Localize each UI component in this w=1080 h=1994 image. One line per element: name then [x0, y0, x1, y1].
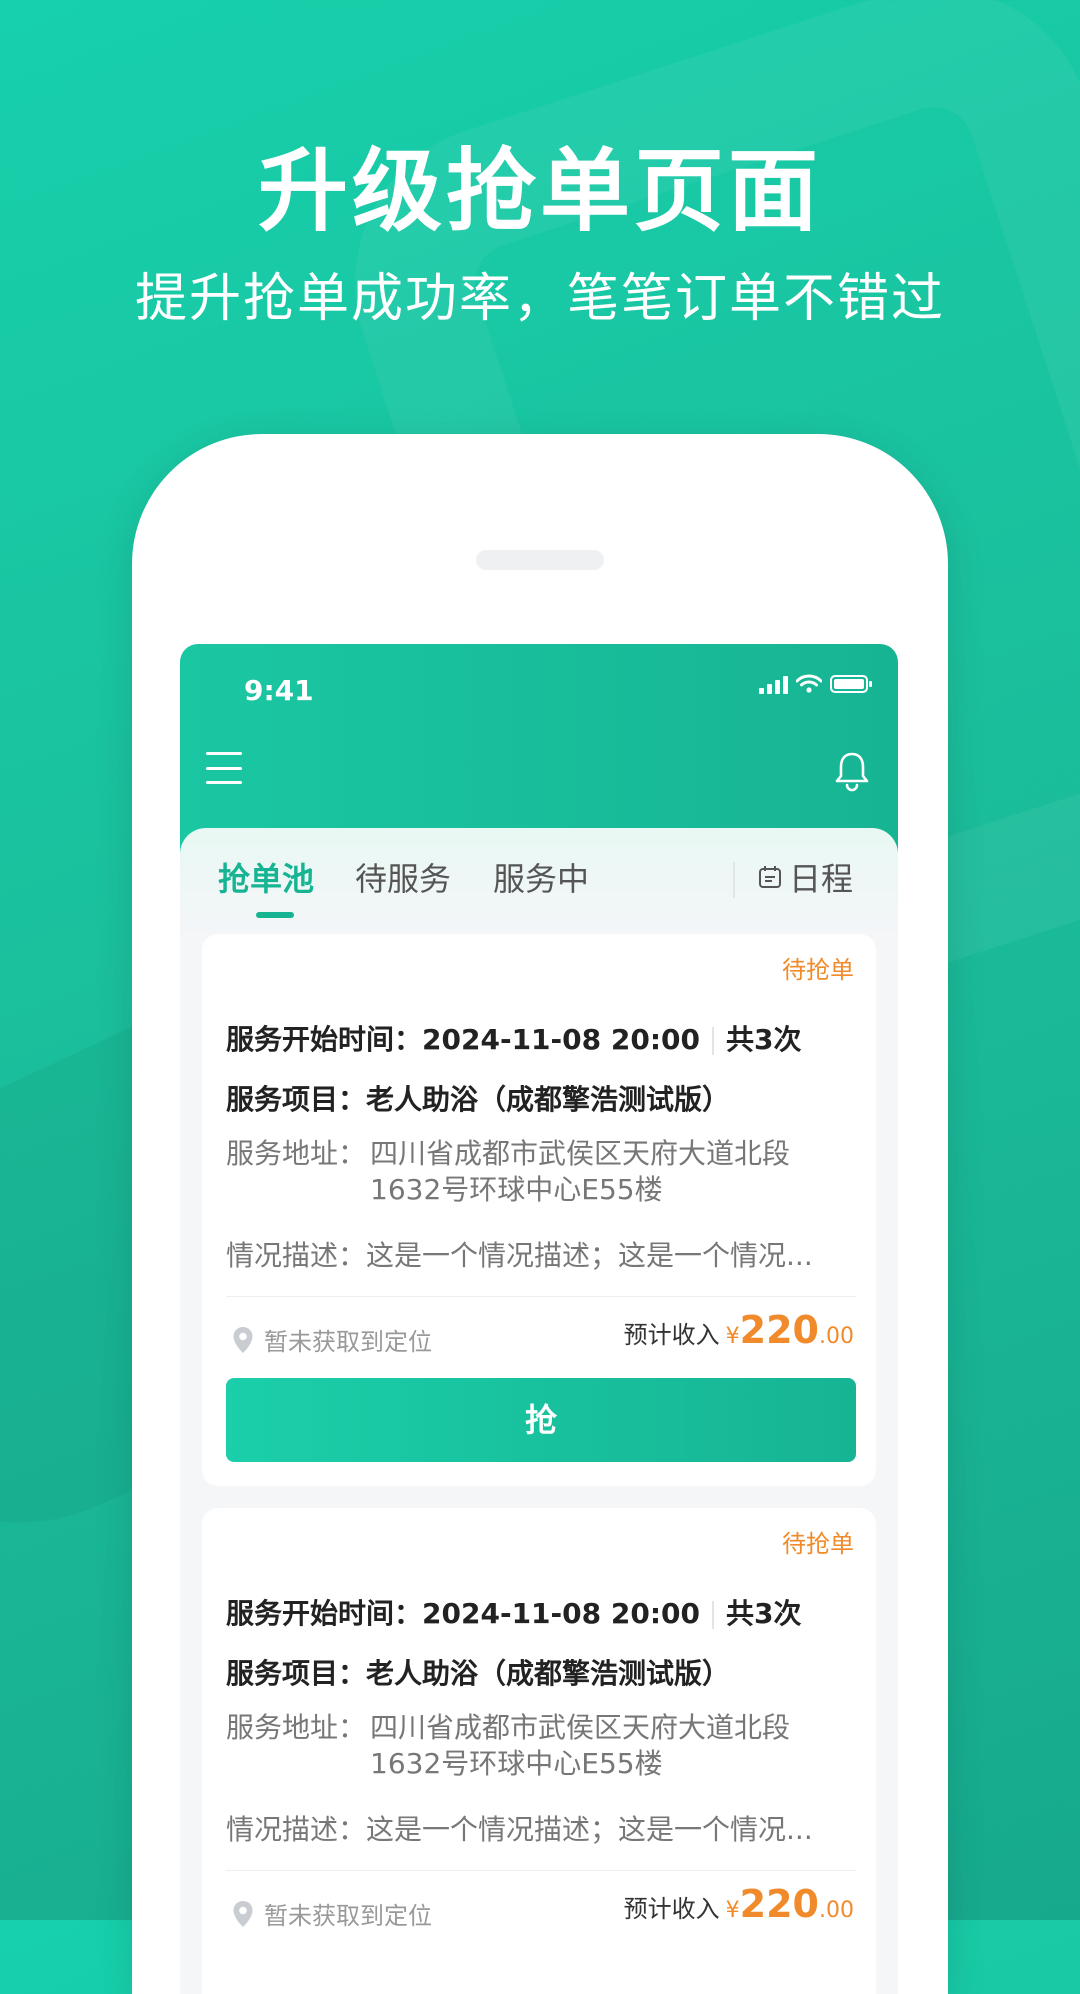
order-status: 待抢单: [782, 956, 854, 984]
location-text: 暂未获取到定位: [264, 1902, 432, 1930]
income-currency: ¥: [725, 1324, 740, 1349]
income-currency: ¥: [725, 1898, 740, 1923]
order-card[interactable]: 待抢单 服务开始时间：2024-11-08 20:00 共3次 服务项目：老人助浴…: [202, 1508, 876, 1994]
address-row: 服务地址： 四川省成都市武侯区天府大道北段1632号环球中心E55楼: [226, 1710, 856, 1782]
tab-divider: [733, 862, 735, 898]
phone-mockup: 9:41 抢单池 待服务 服务中 日程 待抢单 服务开始时间：2024-11-0…: [132, 434, 948, 1994]
app-header: 9:41: [180, 644, 898, 854]
income-integer: 220: [739, 1882, 819, 1926]
status-icons: [759, 674, 872, 694]
location-pin-icon: [233, 1326, 253, 1353]
start-time-label: 服务开始时间：: [226, 1597, 423, 1630]
income-decimal: .00: [819, 1324, 854, 1349]
headline: 升级抢单页面: [258, 139, 822, 244]
project-label: 服务项目：: [226, 1083, 367, 1116]
address-row: 服务地址： 四川省成都市武侯区天府大道北段1632号环球中心E55楼: [226, 1136, 856, 1208]
estimated-income: 预计收入 ¥220.00: [624, 1308, 854, 1352]
address-label: 服务地址：: [226, 1711, 367, 1744]
location-text: 暂未获取到定位: [264, 1328, 432, 1356]
calendar-icon: [759, 866, 781, 888]
order-card[interactable]: 待抢单 服务开始时间：2024-11-08 20:00 共3次 服务项目：老人助浴…: [202, 934, 876, 1486]
grab-order-button[interactable]: 抢: [226, 1378, 856, 1462]
income-label: 预计收入: [623, 1321, 720, 1349]
description-value: 这是一个情况描述；这是一个情况...: [366, 1239, 813, 1272]
description-row: 情况描述：这是一个情况描述；这是一个情况...: [226, 1234, 813, 1274]
start-time-row: 服务开始时间：2024-11-08 20:00 共3次: [226, 1592, 801, 1632]
description-row: 情况描述：这是一个情况描述；这是一个情况...: [226, 1808, 813, 1848]
description-label: 情况描述：: [226, 1239, 367, 1272]
status-time: 9:41: [244, 674, 314, 707]
start-time-row: 服务开始时间：2024-11-08 20:00 共3次: [226, 1018, 801, 1058]
schedule-label: 日程: [789, 860, 854, 898]
start-time-value: 2024-11-08 20:00: [422, 1597, 700, 1630]
card-divider: [226, 1870, 856, 1871]
tab-grab-pool[interactable]: 抢单池: [218, 854, 314, 900]
income-decimal: .00: [819, 1898, 854, 1923]
signal-icon: [759, 674, 788, 694]
tab-bar: 抢单池 待服务 服务中 日程: [180, 828, 898, 938]
app-screen: 9:41 抢单池 待服务 服务中 日程 待抢单 服务开始时间：2024-11-0…: [180, 644, 898, 1994]
project-row: 服务项目：老人助浴（成都擎浩测试版）: [226, 1652, 730, 1692]
address-value: 四川省成都市武侯区天府大道北段1632号环球中心E55楼: [370, 1137, 791, 1206]
service-count: 共3次: [726, 1023, 802, 1056]
bell-icon[interactable]: [832, 750, 872, 792]
location-status: 暂未获取到定位: [232, 1896, 432, 1931]
description-value: 这是一个情况描述；这是一个情况...: [366, 1813, 813, 1846]
estimated-income: 预计收入 ¥220.00: [624, 1882, 854, 1926]
project-label: 服务项目：: [226, 1657, 367, 1690]
project-row: 服务项目：老人助浴（成都擎浩测试版）: [226, 1078, 730, 1118]
tab-in-service[interactable]: 服务中: [493, 854, 589, 900]
location-pin-icon: [233, 1900, 253, 1927]
start-time-value: 2024-11-08 20:00: [422, 1023, 700, 1056]
income-label: 预计收入: [623, 1895, 720, 1923]
service-count: 共3次: [726, 1597, 802, 1630]
phone-speaker: [476, 550, 604, 570]
schedule-button[interactable]: 日程: [757, 854, 853, 900]
location-status: 暂未获取到定位: [232, 1322, 432, 1357]
subheadline: 提升抢单成功率，笔笔订单不错过: [134, 269, 945, 329]
battery-icon: [830, 675, 872, 693]
order-status: 待抢单: [782, 1530, 854, 1558]
wifi-icon: [796, 674, 822, 693]
menu-icon[interactable]: [206, 752, 242, 784]
tab-active-indicator: [256, 912, 294, 918]
start-time-label: 服务开始时间：: [226, 1023, 423, 1056]
income-integer: 220: [739, 1308, 819, 1352]
project-value: 老人助浴（成都擎浩测试版）: [366, 1083, 731, 1116]
project-value: 老人助浴（成都擎浩测试版）: [366, 1657, 731, 1690]
address-value: 四川省成都市武侯区天府大道北段1632号环球中心E55楼: [370, 1711, 791, 1780]
description-label: 情况描述：: [226, 1813, 367, 1846]
tab-pending-service[interactable]: 待服务: [355, 854, 451, 900]
address-label: 服务地址：: [226, 1137, 367, 1170]
card-divider: [226, 1296, 856, 1297]
